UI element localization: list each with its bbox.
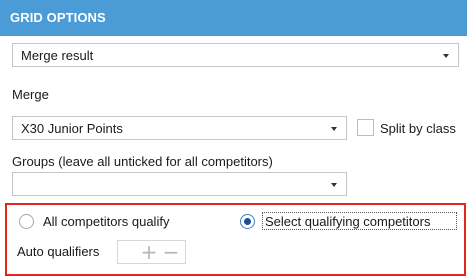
select-qualifying-label[interactable]: Select qualifying competitors bbox=[265, 214, 430, 229]
select-qualifying-radio[interactable] bbox=[240, 214, 255, 229]
all-competitors-radio[interactable] bbox=[19, 214, 34, 229]
merge-value: X30 Junior Points bbox=[21, 121, 123, 136]
plus-icon[interactable]: + bbox=[139, 242, 159, 262]
panel-title: GRID OPTIONS bbox=[10, 10, 106, 25]
radio-selected-dot bbox=[244, 218, 251, 225]
groups-label: Groups (leave all unticked for all compe… bbox=[12, 154, 273, 169]
auto-qualifiers-label: Auto qualifiers bbox=[17, 244, 100, 259]
auto-qualifiers-stepper: + − bbox=[117, 240, 186, 264]
all-competitors-label[interactable]: All competitors qualify bbox=[43, 214, 169, 229]
chevron-down-icon bbox=[443, 54, 449, 58]
split-by-class-checkbox[interactable] bbox=[357, 119, 374, 136]
result-type-value: Merge result bbox=[21, 48, 94, 63]
result-type-dropdown[interactable]: Merge result bbox=[12, 43, 459, 67]
split-by-class-label: Split by class bbox=[380, 121, 456, 136]
chevron-down-icon bbox=[331, 127, 337, 131]
chevron-down-icon bbox=[331, 183, 337, 187]
minus-icon[interactable]: − bbox=[161, 242, 181, 262]
groups-dropdown[interactable] bbox=[12, 172, 347, 196]
merge-dropdown[interactable]: X30 Junior Points bbox=[12, 116, 347, 140]
panel-header: GRID OPTIONS bbox=[0, 0, 467, 36]
merge-label: Merge bbox=[12, 87, 49, 102]
